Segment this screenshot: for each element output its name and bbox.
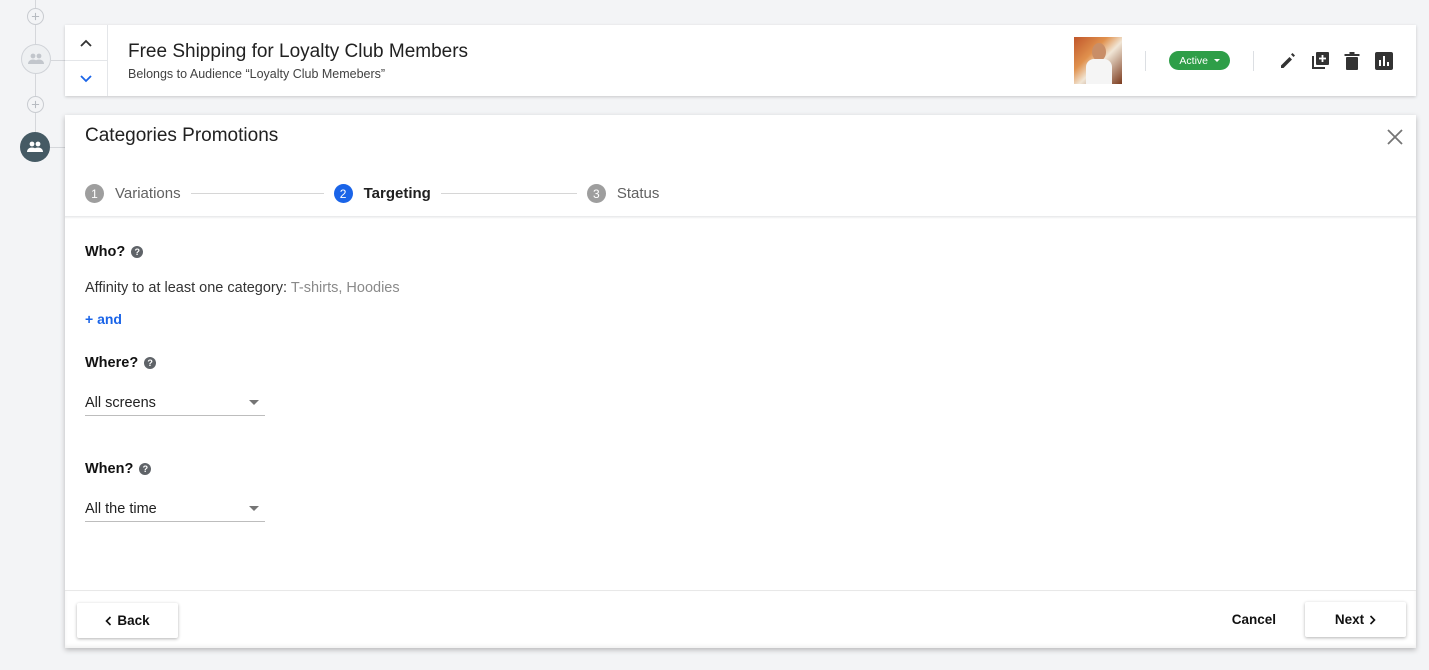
divider xyxy=(1145,50,1147,71)
chevron-down-icon xyxy=(80,74,92,82)
next-button[interactable]: Next xyxy=(1305,602,1406,637)
move-up-button[interactable] xyxy=(65,25,107,61)
chevron-left-icon xyxy=(105,615,112,626)
wizard-stepper: 1 Variations 2 Targeting 3 Status xyxy=(85,184,659,203)
divider xyxy=(1253,50,1254,71)
step-2-label[interactable]: Targeting xyxy=(364,185,431,202)
where-select[interactable]: All screens xyxy=(85,390,265,416)
caret-down-icon xyxy=(249,400,259,405)
chevron-up-icon xyxy=(80,39,92,47)
status-label: Active xyxy=(1179,54,1208,67)
experience-title: Free Shipping for Loyalty Club Members xyxy=(128,41,469,62)
next-label: Next xyxy=(1334,612,1365,627)
page: Free Shipping for Loyalty Club Members B… xyxy=(0,0,1429,670)
stepper-divider xyxy=(65,216,1416,219)
when-label: When? xyxy=(85,461,134,477)
add-step-plus-icon[interactable] xyxy=(27,96,44,113)
step-3-label[interactable]: Status xyxy=(617,185,660,202)
close-icon[interactable] xyxy=(1385,127,1405,147)
step-1-number[interactable]: 1 xyxy=(85,184,104,203)
analytics-icon[interactable] xyxy=(1373,50,1395,72)
caret-down-icon xyxy=(249,506,259,511)
back-button[interactable]: Back xyxy=(77,603,178,638)
when-select-value: All the time xyxy=(85,500,157,517)
move-down-button[interactable] xyxy=(65,61,107,96)
add-condition-link[interactable]: + and xyxy=(85,311,122,327)
where-select-value: All screens xyxy=(85,394,156,411)
add-step-plus-icon[interactable] xyxy=(27,8,44,25)
condition-prefix: Affinity to at least one category: xyxy=(85,280,288,296)
who-label: Who? xyxy=(85,244,126,260)
timeline-connector xyxy=(51,60,65,61)
targeting-editor: Categories Promotions 1 Variations 2 Tar… xyxy=(65,115,1416,648)
step-2-number[interactable]: 2 xyxy=(333,184,353,203)
caret-down-icon xyxy=(1214,59,1220,62)
timeline-connector xyxy=(50,147,65,148)
condition-values[interactable]: T-shirts, Hoodies xyxy=(291,280,400,296)
chevron-right-icon xyxy=(1370,614,1376,625)
variation-thumbnail[interactable] xyxy=(1074,37,1123,84)
where-section-label: Where? ? xyxy=(85,355,157,371)
edit-icon[interactable] xyxy=(1277,50,1299,72)
people-icon xyxy=(28,53,44,64)
when-section-label: When? ? xyxy=(85,461,152,477)
when-select[interactable]: All the time xyxy=(85,496,265,522)
editor-title: Categories Promotions xyxy=(85,125,279,146)
reorder-controls xyxy=(65,25,108,96)
experience-subtitle: Belongs to Audience “Loyalty Club Memebe… xyxy=(128,67,386,81)
experience-card[interactable]: Free Shipping for Loyalty Club Members B… xyxy=(65,25,1416,96)
help-icon[interactable]: ? xyxy=(139,463,152,475)
back-label: Back xyxy=(117,613,150,628)
step-1-label[interactable]: Variations xyxy=(115,185,181,202)
help-icon[interactable]: ? xyxy=(131,246,144,258)
step-connector xyxy=(440,193,577,194)
help-icon[interactable]: ? xyxy=(144,357,157,369)
timeline-audience-node-active[interactable] xyxy=(20,132,50,162)
duplicate-icon[interactable] xyxy=(1309,50,1331,72)
cancel-button[interactable]: Cancel xyxy=(1232,612,1276,627)
step-3-number[interactable]: 3 xyxy=(586,184,606,203)
delete-icon[interactable] xyxy=(1341,50,1363,72)
experience-toolbar xyxy=(1277,50,1395,72)
who-condition[interactable]: Affinity to at least one category: T-shi… xyxy=(85,280,400,296)
where-label: Where? xyxy=(85,355,139,371)
editor-footer: Back Cancel Next xyxy=(65,590,1416,648)
status-badge[interactable]: Active xyxy=(1169,51,1230,70)
who-section-label: Who? ? xyxy=(85,244,144,260)
people-icon xyxy=(27,141,43,152)
step-connector xyxy=(190,193,324,194)
timeline-audience-node[interactable] xyxy=(21,44,51,74)
experience-info: Free Shipping for Loyalty Club Members B… xyxy=(128,40,1074,81)
